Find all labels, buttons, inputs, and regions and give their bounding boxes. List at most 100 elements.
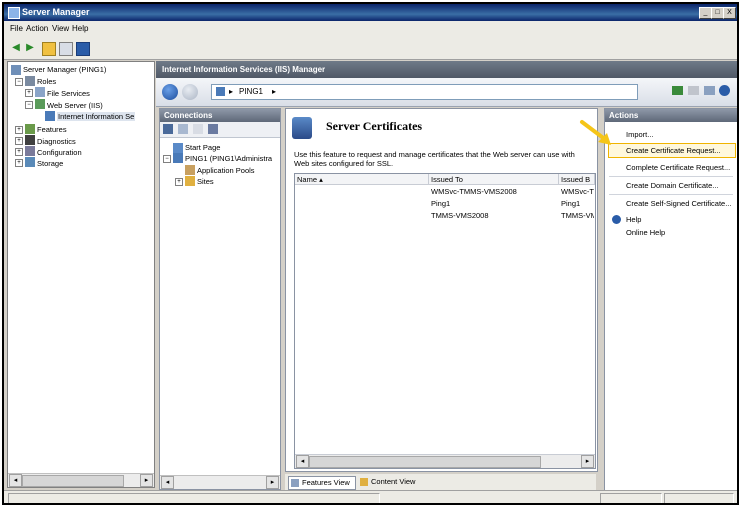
features-view-tab[interactable]: Features View [288,476,356,490]
tree-server-ping1[interactable]: PING1 (PING1\Administra [185,154,279,163]
cell-issued-by: WMSvc-T [561,187,594,196]
expand-diagnostics-icon[interactable]: + [15,137,23,145]
address-segment-ping1[interactable]: PING1 [239,87,263,96]
roles-icon [25,76,35,86]
table-row[interactable]: WMSvc-TMMS-VMS2008 WMSvc-T [295,187,595,198]
expand-file-services-icon[interactable]: + [25,89,33,97]
back-icon[interactable]: ◀ [10,42,22,54]
properties-icon[interactable] [59,42,73,56]
server-manager-window: Server Manager _ □ X File Action View He… [2,2,739,505]
action-help[interactable]: Help [626,215,641,224]
tree-server-manager[interactable]: Server Manager (PING1) [23,65,106,74]
menu-bar: File Action View Help [4,21,737,37]
connections-horizontal-scrollbar[interactable]: ◂ ▸ [160,475,280,489]
connections-pane: Connections Start Page − PING1 (PING1\Ad… [159,108,281,490]
file-services-icon [35,87,45,97]
sites-icon [185,176,195,186]
expand-server-icon[interactable]: − [163,155,171,163]
tree-features[interactable]: Features [37,125,67,134]
refresh-icon[interactable] [672,86,683,95]
cell-issued-by: Ping1 [561,199,581,208]
scroll-thumb[interactable] [22,475,124,487]
action-create-self-signed-certificate[interactable]: Create Self-Signed Certificate... [626,199,731,208]
tree-diagnostics[interactable]: Diagnostics [37,137,76,146]
help-icon [612,215,621,224]
up-icon[interactable] [193,124,203,134]
table-row[interactable]: TMMS-VMS2008 TMMS-VM [295,211,595,222]
tree-iis[interactable]: Internet Information Se [57,112,136,121]
configuration-icon [25,146,35,156]
table-scroll-left-icon[interactable]: ◂ [296,455,309,468]
actions-separator [609,194,733,195]
help-dropdown-icon[interactable] [719,85,730,96]
tree-file-services[interactable]: File Services [47,89,90,98]
iis-address-bar-row: ▸ PING1 ▸ [156,78,737,107]
expand-features-icon[interactable]: + [15,126,23,134]
menu-action[interactable]: Action [26,24,48,33]
forward-nav-icon[interactable] [182,84,198,100]
menu-help[interactable]: Help [72,24,88,33]
content-view-icon [360,478,368,486]
expand-sites-icon[interactable]: + [175,178,183,186]
action-online-help[interactable]: Online Help [626,228,665,237]
iis-manager-header: Internet Information Services (IIS) Mana… [156,61,737,78]
tree-roles[interactable]: Roles [37,77,56,86]
close-button[interactable]: X [723,7,736,19]
connect-icon[interactable] [163,124,173,134]
tree-horizontal-scrollbar[interactable]: ◂ ▸ [8,473,154,487]
action-complete-certificate-request[interactable]: Complete Certificate Request... [626,163,730,172]
action-create-domain-certificate[interactable]: Create Domain Certificate... [626,181,719,190]
expand-configuration-icon[interactable]: + [15,148,23,156]
features-view-label: Features View [302,478,350,487]
menu-view[interactable]: View [52,24,69,33]
refresh-tree-icon[interactable] [208,124,218,134]
tree-sites[interactable]: Sites [197,177,214,186]
window-title: Server Manager [22,7,90,17]
save-icon[interactable] [178,124,188,134]
back-nav-icon[interactable] [162,84,178,100]
column-name[interactable]: Name ▴ [295,174,429,185]
feature-description: Use this feature to request and manage c… [294,150,575,168]
content-view-tab[interactable]: Content View [358,476,424,488]
tree-web-server[interactable]: Web Server (IIS) [47,101,103,110]
column-issued-to[interactable]: Issued To [429,174,559,185]
scroll-left-icon[interactable]: ◂ [9,474,22,487]
table-scroll-right-icon[interactable]: ▸ [581,455,594,468]
address-bar[interactable]: ▸ PING1 ▸ [211,84,638,100]
forward-icon[interactable]: ▶ [24,42,36,54]
certificates-table: Name ▴ Issued To Issued B WMSvc-TMMS-VMS… [294,173,596,469]
help-icon[interactable] [76,42,90,56]
tree-storage[interactable]: Storage [37,159,63,168]
expand-roles-icon[interactable]: − [15,78,23,86]
menu-file[interactable]: File [10,24,23,33]
table-row[interactable]: Ping1 Ping1 [295,199,595,210]
server-manager-icon [8,7,20,19]
expand-storage-icon[interactable]: + [15,159,23,167]
home-icon[interactable] [704,86,715,95]
storage-icon [25,157,35,167]
connections-title: Connections [164,111,213,120]
start-page-icon [173,143,183,153]
folder-icon[interactable] [42,42,56,56]
connections-toolbar [160,122,280,138]
status-panel-main [8,493,380,503]
conn-scroll-left-icon[interactable]: ◂ [161,476,174,489]
tree-start-page[interactable]: Start Page [185,143,220,152]
action-import[interactable]: Import... [626,130,654,139]
table-horizontal-scrollbar[interactable]: ◂ ▸ [295,454,595,468]
action-create-certificate-request[interactable]: Create Certificate Request... [626,146,721,155]
tree-application-pools[interactable]: Application Pools [197,166,255,175]
address-separator-2: ▸ [272,87,277,96]
actions-header: Actions [605,109,737,122]
server-certificates-icon [292,117,312,139]
expand-web-server-icon[interactable]: − [25,101,33,109]
sort-icon: ▴ [319,175,323,184]
table-scroll-thumb[interactable] [309,456,541,468]
scroll-right-icon[interactable]: ▸ [140,474,153,487]
stop-icon[interactable] [688,86,699,95]
status-panel-2 [600,493,662,503]
column-issued-by[interactable]: Issued B [559,174,595,185]
conn-scroll-right-icon[interactable]: ▸ [266,476,279,489]
tree-configuration[interactable]: Configuration [37,148,82,157]
server-icon [173,153,183,163]
